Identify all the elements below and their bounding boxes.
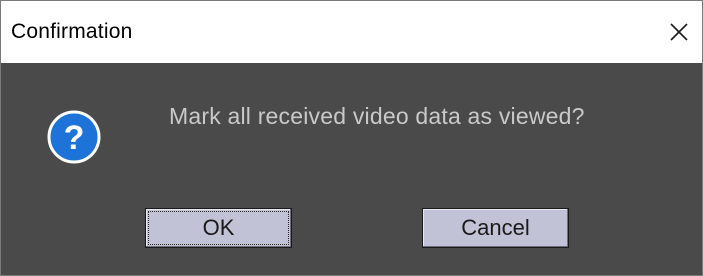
ok-button[interactable]: OK bbox=[145, 208, 292, 248]
confirmation-dialog: Confirmation ? Mark all received video d… bbox=[0, 0, 703, 276]
title-bar: Confirmation bbox=[1, 1, 702, 63]
question-icon: ? bbox=[47, 110, 101, 164]
cancel-button[interactable]: Cancel bbox=[422, 208, 569, 248]
window-title: Confirmation bbox=[11, 20, 133, 43]
svg-text:?: ? bbox=[64, 119, 85, 157]
dialog-body: ? Mark all received video data as viewed… bbox=[1, 63, 702, 275]
dialog-message: Mark all received video data as viewed? bbox=[169, 103, 585, 129]
close-icon bbox=[670, 23, 688, 41]
close-button[interactable] bbox=[656, 1, 702, 63]
